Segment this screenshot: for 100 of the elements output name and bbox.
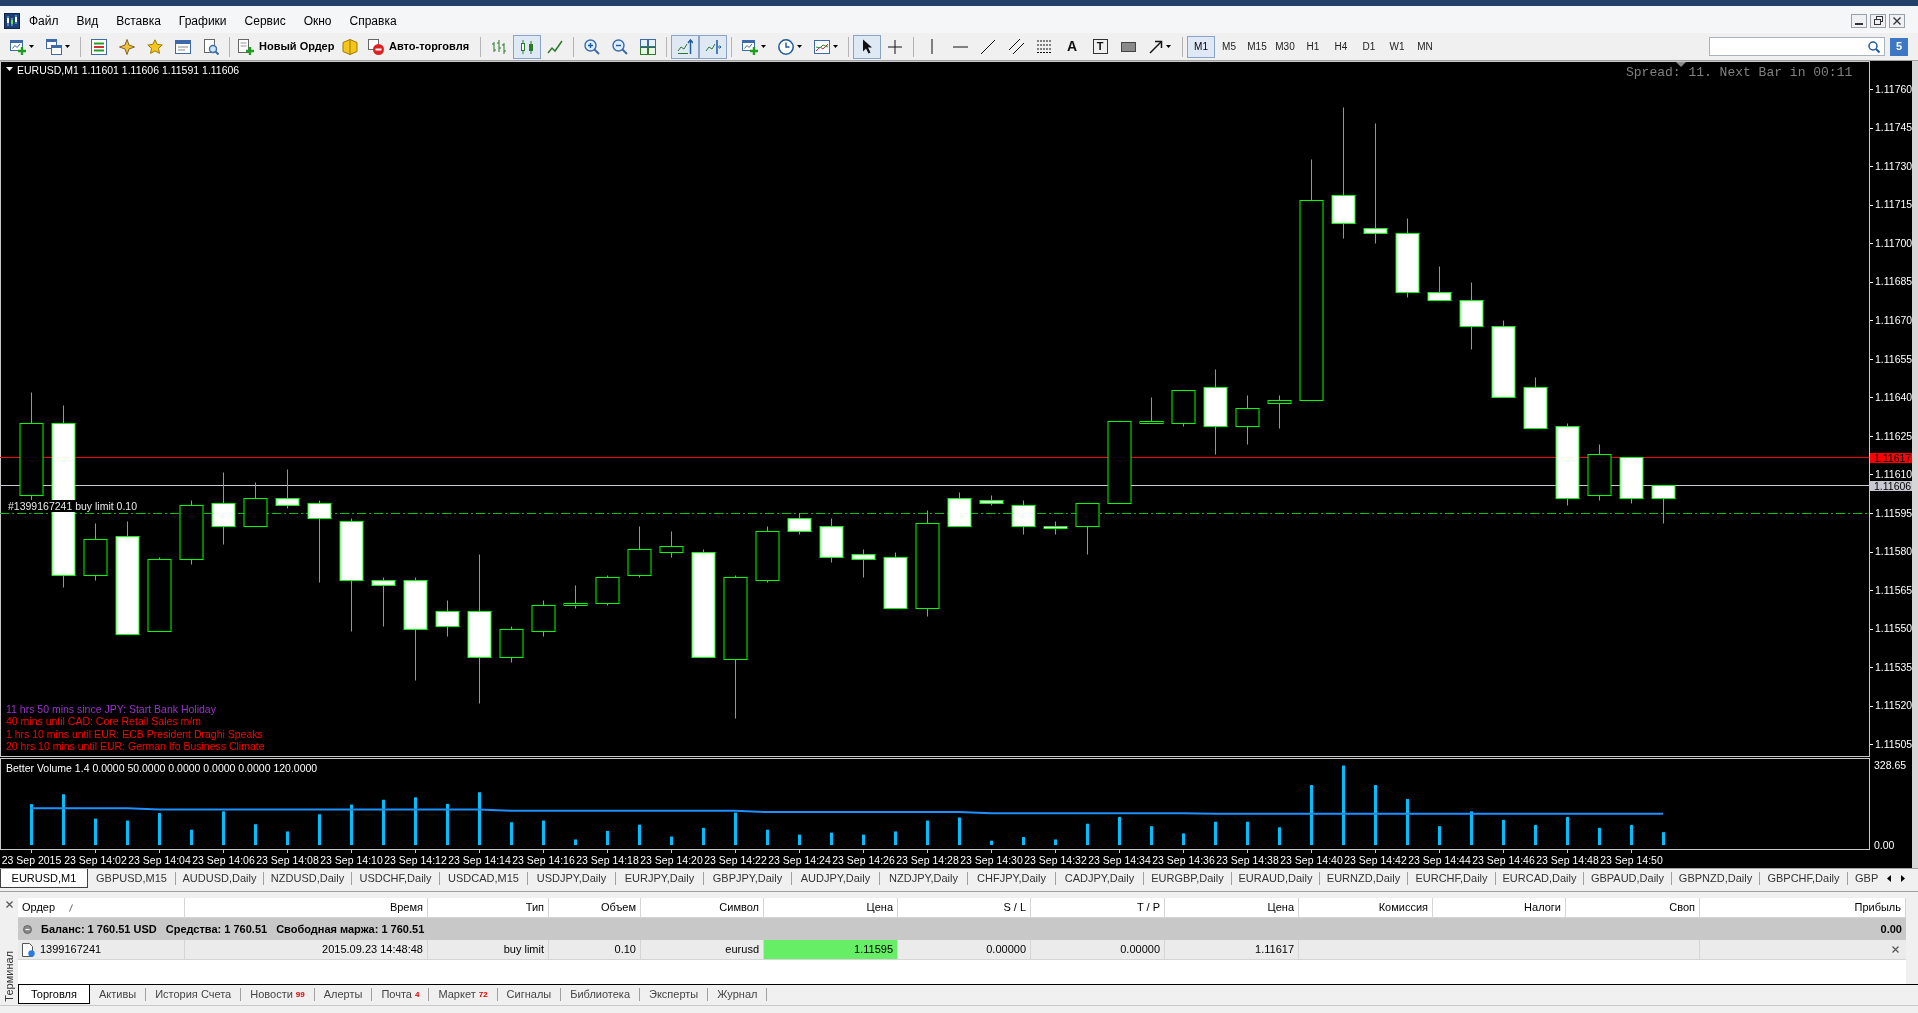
chart-tab[interactable]: GBPNZD,Daily: [1672, 872, 1760, 885]
chart-tab[interactable]: EURCHF,Daily: [1408, 872, 1496, 885]
timeframe-button[interactable]: H4: [1327, 35, 1355, 58]
menu-item[interactable]: Вид: [67, 11, 108, 30]
terminal-tab[interactable]: Новости 99: [241, 988, 315, 1001]
chart-tab[interactable]: EURUSD,M1: [0, 869, 88, 888]
timeframe-button[interactable]: MN: [1411, 35, 1439, 58]
price-tick-label: 1.11550: [1875, 622, 1912, 635]
candle-body: [243, 498, 268, 527]
chart-tab[interactable]: GBPAUD,Daily: [1584, 872, 1672, 885]
chart-tab[interactable]: GBPCHF,Daily: [1760, 872, 1848, 885]
terminal-tab[interactable]: Почта 4: [372, 988, 430, 1001]
chart-tab[interactable]: AUDJPY,Daily: [792, 872, 880, 885]
chart-tab[interactable]: USDJPY,Daily: [528, 872, 616, 885]
volume-bar: [894, 831, 897, 845]
column-header[interactable]: Время: [389, 899, 423, 916]
restore-button[interactable]: [1870, 13, 1886, 28]
chart-tab[interactable]: CHFJPY,Daily: [968, 872, 1056, 885]
chart-plus-icon: [10, 38, 26, 55]
timeframe-button[interactable]: M15: [1243, 35, 1271, 58]
search-field[interactable]: [1709, 37, 1885, 56]
text-label-tool-button[interactable]: T: [1092, 39, 1108, 54]
volume-bar: [158, 813, 161, 845]
column-header[interactable]: Прибыль: [1854, 899, 1901, 916]
column-header[interactable]: T / P: [1136, 899, 1160, 916]
price-tick-label: 1.11715: [1875, 198, 1912, 211]
toolbar-button[interactable]: [671, 34, 699, 59]
new-order-button[interactable]: Новый Ордер: [234, 34, 336, 59]
candle-body: [1203, 387, 1228, 427]
terminal-tab[interactable]: Алерты: [314, 988, 373, 1001]
price-tick-label: 1.11730: [1875, 159, 1912, 172]
column-header[interactable]: Ордер: [22, 899, 56, 916]
chart-tab[interactable]: EURJPY,Daily: [616, 872, 704, 885]
close-order-button[interactable]: [1891, 945, 1900, 954]
timeframe-button[interactable]: D1: [1355, 35, 1383, 58]
column-header[interactable]: Тип: [525, 899, 544, 916]
timeframe-button[interactable]: H1: [1299, 35, 1327, 58]
timeframe-button[interactable]: W1: [1383, 35, 1411, 58]
terminal-tab[interactable]: Библиотека: [561, 988, 641, 1001]
minimize-button[interactable]: [1851, 13, 1867, 28]
candle-wick: [1087, 526, 1088, 555]
column-header[interactable]: Комиссия: [1378, 899, 1428, 916]
column-header[interactable]: S / L: [1003, 899, 1026, 916]
chart-tab[interactable]: USDCAD,M15: [440, 872, 528, 885]
chart-tab[interactable]: EURNZD,Daily: [1320, 872, 1408, 885]
menu-item[interactable]: Вставка: [107, 11, 170, 30]
timeframe-button[interactable]: M30: [1271, 35, 1299, 58]
menu-item[interactable]: Файл: [20, 11, 68, 30]
price-tick-label: 1.11670: [1875, 314, 1912, 326]
community-button[interactable]: 5: [1890, 37, 1908, 56]
no-entry-icon: [368, 38, 384, 55]
terminal-tab[interactable]: Эксперты: [640, 988, 709, 1001]
chart-tab[interactable]: NZDUSD,Daily: [264, 872, 352, 885]
column-header[interactable]: Объем: [600, 899, 636, 916]
terminal-tab[interactable]: Сигналы: [497, 988, 562, 1001]
window-icon: [175, 38, 191, 55]
chart-tab[interactable]: CADJPY,Daily: [1056, 872, 1144, 885]
column-header[interactable]: Цена: [866, 899, 893, 916]
close-icon: [5, 901, 13, 908]
chart-tab[interactable]: USDCHF,Daily: [352, 872, 440, 885]
chart-tab[interactable]: NZDJPY,Daily: [880, 872, 968, 885]
chart-tab[interactable]: GBPUSD,M15: [88, 872, 176, 885]
chart-tab[interactable]: GBPJPY,Daily: [704, 872, 792, 885]
chart-tab[interactable]: GBP: [1848, 869, 1882, 888]
toolbar-button[interactable]: [853, 34, 881, 59]
menu-item[interactable]: Справка: [340, 11, 406, 30]
volume-bar: [1022, 837, 1025, 845]
time-axis-label: 23 Sep 14:20: [640, 853, 703, 866]
price-tick-label: 1.11505: [1875, 737, 1912, 750]
candle-wick: [1055, 521, 1056, 535]
timeframe-button[interactable]: M5: [1215, 35, 1243, 58]
close-button[interactable]: [1889, 13, 1905, 28]
chart-tab[interactable]: EURAUD,Daily: [1232, 872, 1320, 885]
menu-item[interactable]: Сервис: [235, 11, 295, 30]
candle-body: [947, 498, 972, 527]
column-header[interactable]: Цена: [1267, 899, 1294, 916]
terminal-tab[interactable]: Журнал: [708, 988, 768, 1001]
volume-bar: [766, 829, 769, 845]
candle-body: [179, 505, 204, 560]
arrow-icon: [1149, 39, 1163, 54]
autotrading-button[interactable]: Авто-торговля: [364, 34, 476, 59]
app-icon: [4, 12, 20, 29]
timeframe-button[interactable]: M1: [1187, 35, 1215, 58]
menu-item[interactable]: Окно: [294, 11, 341, 30]
chart-tab[interactable]: EURCAD,Daily: [1496, 872, 1584, 885]
column-header[interactable]: Символ: [719, 899, 759, 916]
chart-tab[interactable]: EURGBP,Daily: [1144, 872, 1232, 885]
terminal-tab[interactable]: Маркет 72: [429, 988, 498, 1001]
volume-bar: [798, 834, 801, 845]
time-axis-label: 23 Sep 14:24: [768, 853, 831, 866]
close-button[interactable]: [4, 900, 14, 909]
terminal-tab[interactable]: История Счета: [146, 988, 242, 1001]
chart-tab[interactable]: AUDUSD,Daily: [176, 872, 264, 885]
text-tool-button[interactable]: A: [1058, 34, 1086, 59]
restore-icon: [1873, 16, 1883, 25]
column-header[interactable]: Налоги: [1524, 899, 1561, 916]
column-header[interactable]: Своп: [1669, 899, 1695, 916]
terminal-tab[interactable]: Торговля: [18, 985, 90, 1004]
menu-item[interactable]: Графики: [169, 11, 236, 30]
terminal-tab[interactable]: Активы: [89, 988, 147, 1001]
